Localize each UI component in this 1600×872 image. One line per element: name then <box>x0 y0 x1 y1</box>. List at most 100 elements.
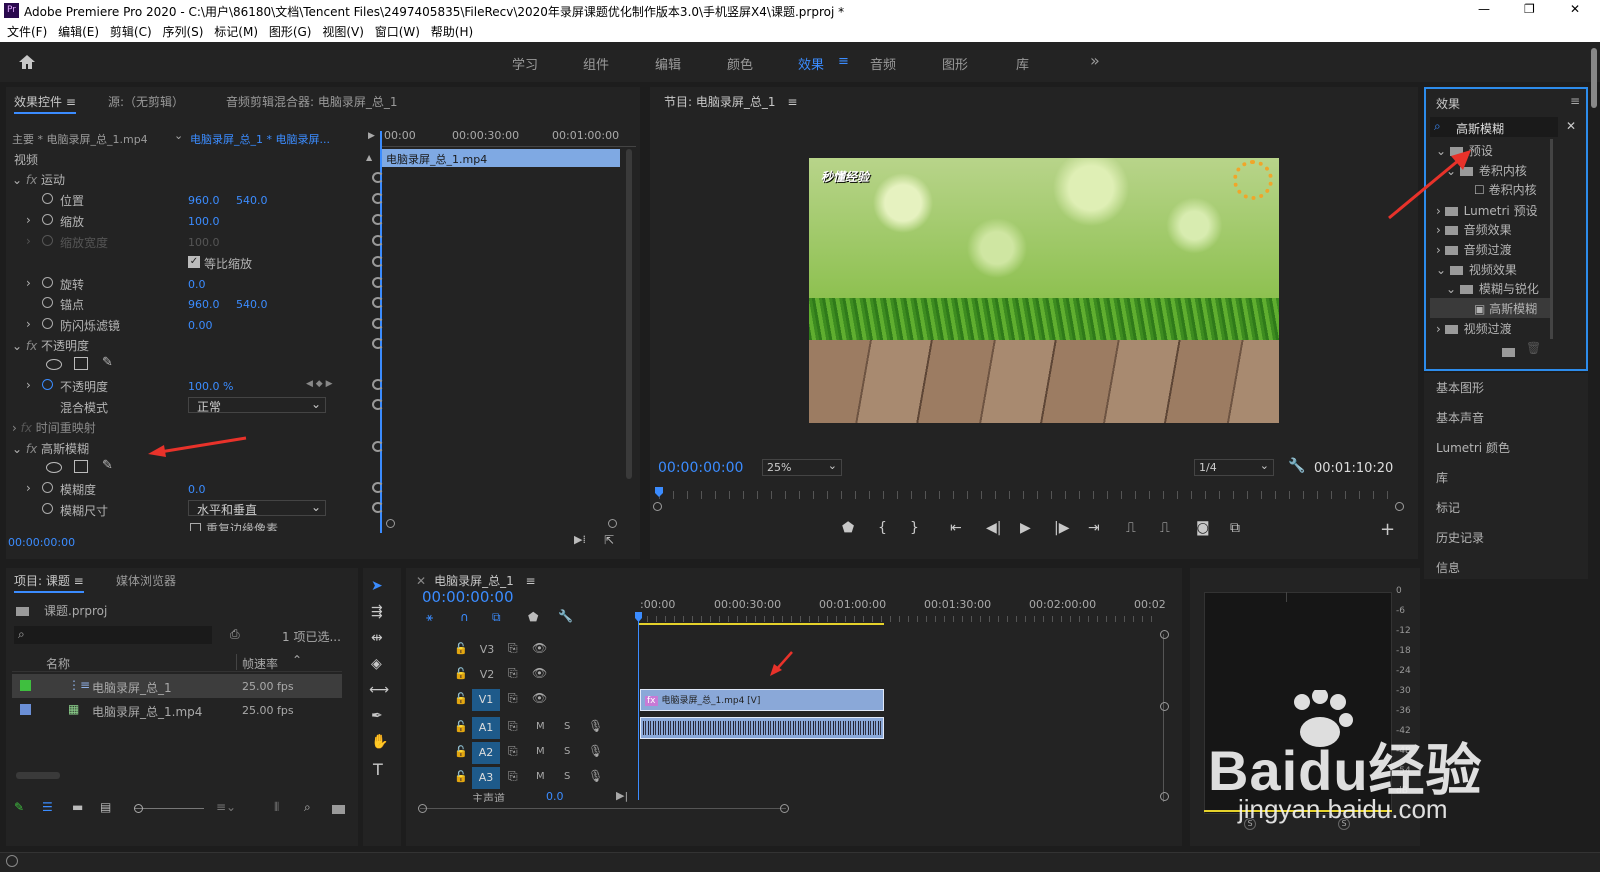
tab-project[interactable]: 项目: 课题 ≡ <box>14 572 84 593</box>
antiflicker-value[interactable]: 0.00 <box>188 319 213 332</box>
blur-dimensions-select[interactable]: 水平和垂直 ⌄ <box>188 500 326 517</box>
maximize-button[interactable]: ❐ <box>1524 2 1535 16</box>
extract-icon[interactable]: ⎍ <box>1160 520 1170 536</box>
workspace-graphics[interactable]: 图形 <box>942 54 968 73</box>
gaussian-blur-row[interactable]: ⌄ fx 高斯模糊 <box>12 440 89 457</box>
reset-icon[interactable] <box>372 399 384 410</box>
reset-icon[interactable] <box>372 214 384 225</box>
opacity-section-row[interactable]: ⌄ fx 不透明度 <box>12 337 89 354</box>
reset-icon[interactable] <box>372 172 384 183</box>
selection-tool-icon[interactable]: ➤ <box>371 578 383 594</box>
mark-in-icon[interactable]: { <box>878 520 887 536</box>
workspace-editing[interactable]: 编辑 <box>655 54 681 73</box>
stopwatch-icon[interactable] <box>42 503 53 514</box>
ripple-edit-tool-icon[interactable]: ⇹ <box>371 630 383 646</box>
ec-zoom-scroll[interactable] <box>386 519 620 529</box>
microphone-icon[interactable]: 🎙 <box>588 719 603 733</box>
type-tool-icon[interactable]: T <box>373 760 383 779</box>
reset-icon[interactable] <box>372 482 384 493</box>
go-to-in-icon[interactable]: ⇤ <box>950 520 962 536</box>
sequence-selector[interactable]: 电脑录屏_总_1 * 电脑录屏... <box>190 131 330 147</box>
ec-scrollbar[interactable] <box>626 149 632 479</box>
reset-icon[interactable] <box>372 297 384 308</box>
blend-mode-select[interactable]: 正常 ⌄ <box>188 397 326 414</box>
close-button[interactable]: ✕ <box>1570 2 1580 16</box>
sort-ascending-icon[interactable]: ⌃ <box>292 653 302 667</box>
reset-icon[interactable] <box>372 441 384 452</box>
hand-tool-icon[interactable]: ✋ <box>371 734 388 750</box>
effects-item[interactable]: › 音频过渡 <box>1436 241 1512 258</box>
solo-button[interactable]: S <box>564 746 570 757</box>
trash-icon[interactable]: 🗑 <box>1526 341 1541 355</box>
mute-button[interactable]: M <box>536 746 545 757</box>
home-icon[interactable] <box>18 54 36 70</box>
snap-icon[interactable]: ∩ <box>460 610 469 624</box>
new-bin-from-search-icon[interactable]: ⎙ <box>230 627 240 642</box>
scroll-handle-right[interactable] <box>780 804 789 813</box>
timeline-timecode[interactable]: 00:00:00:00 <box>422 588 514 606</box>
clip-selector[interactable]: 主要 * 电脑录屏_总_1.mp4 <box>12 131 148 147</box>
effects-item[interactable]: › 音频效果 <box>1436 221 1512 238</box>
razor-tool-icon[interactable]: ◈ <box>371 656 382 672</box>
time-remap-row[interactable]: › fx 时间重映射 <box>12 419 96 436</box>
program-timecode[interactable]: 00:00:00:00 <box>658 460 743 476</box>
effects-item[interactable]: › 视频过渡 <box>1436 320 1512 337</box>
comparison-view-icon[interactable]: ⧉ <box>1230 520 1240 536</box>
rotation-value[interactable]: 0.0 <box>188 278 206 291</box>
mute-button[interactable]: M <box>536 721 545 732</box>
go-to-end-icon[interactable]: ▶| <box>616 792 628 802</box>
panel-info[interactable]: 信息 <box>1436 559 1460 576</box>
reset-icon[interactable] <box>372 193 384 204</box>
motion-row[interactable]: ⌄ fx 运动 <box>12 171 65 188</box>
workspace-more-button[interactable]: » <box>1090 51 1100 70</box>
slip-tool-icon[interactable]: ⟷ <box>369 682 389 698</box>
stopwatch-icon[interactable] <box>42 482 53 493</box>
sync-lock-icon[interactable]: ⎘ <box>508 666 518 681</box>
project-item[interactable]: ▦ 电脑录屏_总_1.mp4 25.00 fps <box>12 698 342 722</box>
scroll-up-icon[interactable]: ▲ <box>366 153 372 162</box>
lock-icon[interactable]: 🔓 <box>454 770 468 783</box>
nest-icon[interactable]: ⚹ <box>426 610 433 625</box>
position-y-value[interactable]: 540.0 <box>236 194 268 207</box>
timeline-tab[interactable]: ✕ 电脑录屏_总_1 ≡ <box>416 572 536 589</box>
workspace-menu-icon[interactable]: ≡ <box>838 54 849 69</box>
ellipse-mask-icon[interactable] <box>46 462 62 473</box>
timeline-playhead[interactable] <box>638 614 639 800</box>
sync-lock-icon[interactable]: ⎘ <box>508 641 518 656</box>
expand-chevron-icon[interactable]: ⌄ <box>12 442 22 456</box>
column-name[interactable]: 名称 <box>46 655 70 672</box>
pen-tool-icon[interactable]: ✒ <box>371 708 383 724</box>
find-icon[interactable]: ⌕ <box>304 800 311 815</box>
video-clip[interactable]: fx 电脑录屏_总_1.mp4 [V] <box>640 689 884 711</box>
status-icon[interactable] <box>6 855 18 867</box>
effects-search-input[interactable]: 高斯模糊 <box>1456 120 1504 137</box>
timeline-ruler[interactable]: :00:00 00:00:30:00 00:01:00:00 00:01:30:… <box>638 594 1166 628</box>
project-scrollbar[interactable] <box>16 772 60 779</box>
workspace-learn[interactable]: 学习 <box>512 54 538 73</box>
zoom-slider[interactable] <box>134 804 204 813</box>
timeline-vertical-scroll[interactable] <box>1163 634 1167 802</box>
filter-icon[interactable]: ▶⁞ <box>574 533 586 546</box>
eye-icon[interactable]: 👁 <box>532 691 547 705</box>
scroll-handle-bottom[interactable] <box>1160 792 1169 801</box>
menu-file[interactable]: 文件(F) <box>7 22 47 42</box>
microphone-icon[interactable]: 🎙 <box>588 744 603 758</box>
freeform-view-icon[interactable]: ▤ <box>100 800 111 814</box>
step-back-icon[interactable]: ◀| <box>986 520 1001 536</box>
stopwatch-icon[interactable] <box>42 193 53 204</box>
scroll-handle-left[interactable] <box>418 804 427 813</box>
expand-chevron-icon[interactable]: › <box>26 276 31 290</box>
linked-selection-icon[interactable]: ⧉ <box>492 610 501 625</box>
export-icon[interactable]: ⇱ <box>604 533 614 547</box>
expand-chevron-icon[interactable]: › <box>12 421 17 435</box>
panel-essential-sound[interactable]: 基本声音 <box>1436 409 1484 426</box>
expand-chevron-icon[interactable]: › <box>26 213 31 227</box>
expand-chevron-icon[interactable]: › <box>26 234 31 248</box>
scroll-handle-top[interactable] <box>1160 630 1169 639</box>
anchor-y-value[interactable]: 540.0 <box>236 298 268 311</box>
uniform-scale-checkbox[interactable]: ✓ <box>188 256 200 268</box>
program-monitor-title[interactable]: 节目: 电脑录屏_总_1 ≡ <box>664 93 797 110</box>
scroll-handle-right[interactable] <box>608 519 617 528</box>
expand-chevron-icon[interactable]: ⌄ <box>12 339 22 353</box>
panel-libraries[interactable]: 库 <box>1436 469 1448 486</box>
